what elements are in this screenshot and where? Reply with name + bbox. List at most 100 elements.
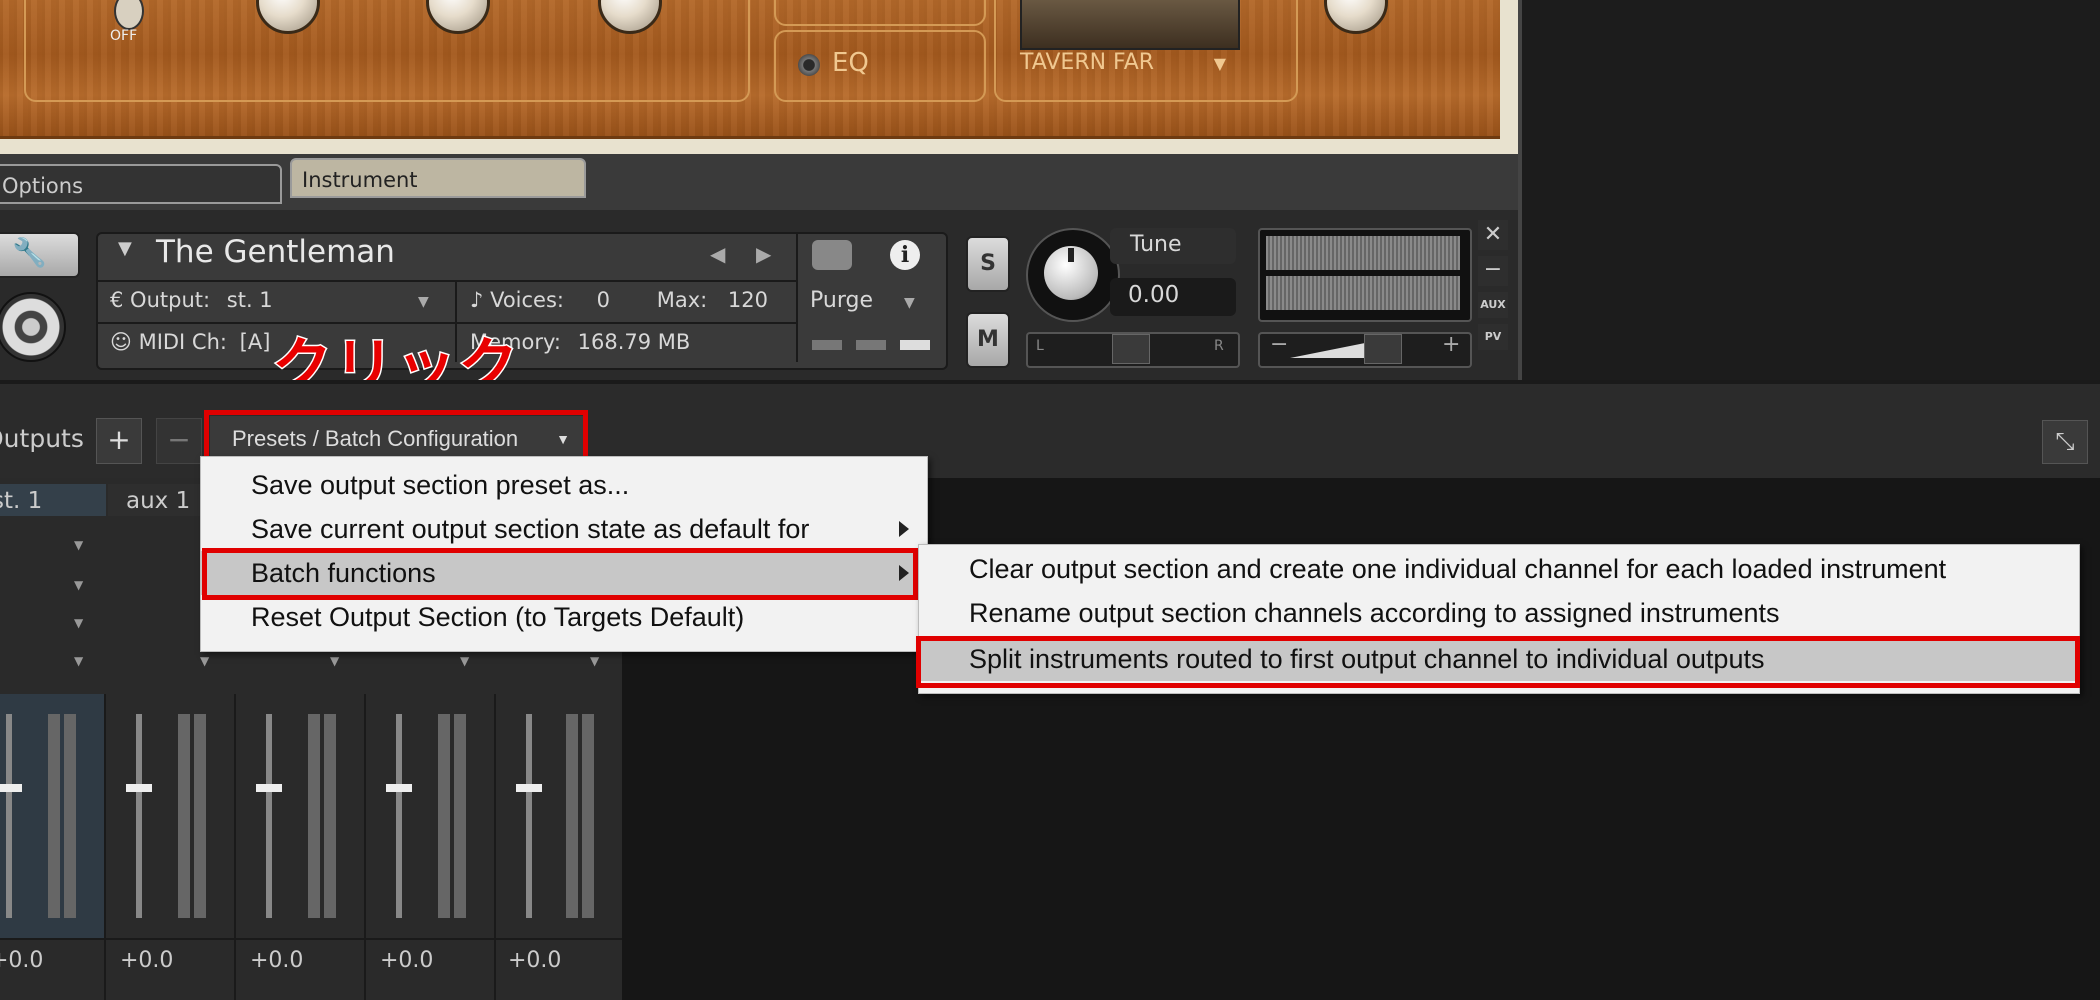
wrench-icon: 🔧 xyxy=(12,236,47,269)
voices-row: ♪ Voices: 0 Max: 120 xyxy=(470,288,768,312)
tab-instrument[interactable]: Instrument xyxy=(290,158,586,198)
chevron-down-icon[interactable]: ▼ xyxy=(460,654,469,668)
prev-instrument-icon[interactable]: ◀ xyxy=(710,242,725,266)
next-instrument-icon[interactable]: ▶ xyxy=(756,242,771,266)
remove-channel-button[interactable]: − xyxy=(156,418,202,464)
header-divider xyxy=(796,234,798,362)
strip-divider xyxy=(494,694,496,1000)
menu-item-save-preset[interactable]: Save output section preset as... xyxy=(201,463,927,507)
strip-divider xyxy=(364,694,366,1000)
reverb-preset-label: TAVERN FAR xyxy=(1020,50,1155,75)
right-empty-area xyxy=(1518,0,2100,380)
pv-button[interactable]: PV xyxy=(1478,324,1508,350)
instrument-name[interactable]: The Gentleman xyxy=(156,234,395,270)
mute-button[interactable]: M xyxy=(966,312,1010,368)
meter-bar xyxy=(324,714,336,918)
eq-toggle-icon[interactable] xyxy=(798,54,820,76)
meter-bar xyxy=(582,714,594,918)
fader-track xyxy=(6,714,12,918)
volume-value[interactable]: +0.0 xyxy=(120,948,173,973)
fx-slot-top xyxy=(774,0,986,26)
meter-bar xyxy=(454,714,466,918)
fader-handle[interactable] xyxy=(126,784,152,792)
chevron-down-icon[interactable]: ▼ xyxy=(330,654,339,668)
strip-footer-divider xyxy=(0,938,622,940)
output-row[interactable]: € Output: st. 1 xyxy=(110,288,273,312)
solo-button[interactable]: S xyxy=(966,236,1010,292)
tab-instrument-label: Instrument xyxy=(302,168,418,192)
output-value: st. 1 xyxy=(226,288,273,312)
tune-label: Tune xyxy=(1130,232,1182,257)
pan-left-label: L xyxy=(1036,338,1044,354)
voices-icon: ♪ xyxy=(470,288,491,312)
chevron-down-icon: ▼ xyxy=(903,295,915,311)
meter-bar xyxy=(566,714,578,918)
midi-icon: ☺ xyxy=(110,330,139,354)
aux-button[interactable]: AUX xyxy=(1478,292,1508,318)
submenu-arrow-icon xyxy=(899,521,909,537)
fader-handle[interactable] xyxy=(0,784,22,792)
chevron-down-icon[interactable]: ▼ xyxy=(74,616,83,630)
pan-handle[interactable] xyxy=(1112,334,1150,364)
meter-bar xyxy=(178,714,190,918)
row-divider xyxy=(98,280,796,282)
midi-value: [A] xyxy=(239,330,271,354)
purge-dropdown[interactable]: Purge ▼ xyxy=(810,288,915,313)
meter-bar xyxy=(438,714,450,918)
close-icon[interactable]: ✕ xyxy=(1478,220,1508,250)
divider xyxy=(1518,0,1522,380)
purge-indicator-2 xyxy=(856,340,886,350)
level-meter-left xyxy=(1266,236,1460,270)
chevron-down-icon[interactable]: ▼ xyxy=(74,654,83,668)
tab-options[interactable]: Options xyxy=(0,164,282,204)
tab-options-label: Options xyxy=(2,174,84,198)
pan-right-label: R xyxy=(1214,338,1224,354)
chevron-down-icon[interactable]: ▼ xyxy=(590,654,599,668)
menu-item-save-default[interactable]: Save current output section state as def… xyxy=(201,507,927,551)
menu-item-label: Save current output section state as def… xyxy=(251,514,810,544)
info-icon[interactable]: i xyxy=(890,240,920,270)
fader-handle[interactable] xyxy=(386,784,412,792)
chevron-down-icon[interactable]: ▼ xyxy=(74,578,83,592)
midi-label: MIDI Ch: xyxy=(138,330,227,354)
chevron-down-icon[interactable]: ▼ xyxy=(418,294,429,310)
fader-handle[interactable] xyxy=(256,784,282,792)
submenu-item-clear-output[interactable]: Clear output section and create one indi… xyxy=(919,547,2079,591)
purge-indicator-3 xyxy=(900,340,930,350)
volume-handle[interactable] xyxy=(1364,334,1402,364)
collapse-arrow-icon[interactable]: ▼ xyxy=(118,238,132,259)
channel-name: aux 1 xyxy=(126,488,191,514)
tune-value[interactable]: 0.00 xyxy=(1128,282,1179,308)
channel-name: st. 1 xyxy=(0,488,43,514)
chevron-down-icon[interactable]: ▼ xyxy=(200,654,209,668)
volume-value[interactable]: +0.0 xyxy=(0,948,43,973)
eq-label: EQ xyxy=(832,48,869,78)
menu-item-reset-output[interactable]: Reset Output Section (to Targets Default… xyxy=(201,595,927,639)
fader-track xyxy=(136,714,142,918)
fader-handle[interactable] xyxy=(516,784,542,792)
voices-value: 0 xyxy=(596,288,611,312)
collapse-icon[interactable]: ⤡ xyxy=(2042,420,2088,464)
fader-track xyxy=(526,714,532,918)
wrench-button[interactable]: 🔧 xyxy=(0,232,80,278)
fader-track xyxy=(396,714,402,918)
strip-divider xyxy=(234,694,236,1000)
volume-minus-icon[interactable]: − xyxy=(1270,332,1288,357)
reverb-preset-dropdown[interactable]: TAVERN FAR ▼ xyxy=(1020,50,1236,76)
midi-row[interactable]: ☺ MIDI Ch: [A] xyxy=(110,330,270,354)
volume-value[interactable]: +0.0 xyxy=(380,948,433,973)
volume-value[interactable]: +0.0 xyxy=(508,948,561,973)
volume-plus-icon[interactable]: + xyxy=(1442,332,1460,357)
volume-value[interactable]: +0.0 xyxy=(250,948,303,973)
camera-icon[interactable] xyxy=(812,240,852,270)
meter-bar xyxy=(308,714,320,918)
max-value[interactable]: 120 xyxy=(728,288,768,312)
reverb-image xyxy=(1020,0,1240,50)
add-channel-button[interactable]: + xyxy=(96,418,142,464)
submenu-item-rename-channels[interactable]: Rename output section channels according… xyxy=(919,591,2079,635)
chevron-down-icon: ▼ xyxy=(1213,54,1226,73)
minimize-icon[interactable]: − xyxy=(1478,256,1508,286)
chevron-down-icon[interactable]: ▼ xyxy=(74,538,83,552)
purge-label: Purge xyxy=(810,288,873,313)
eq-section[interactable]: EQ xyxy=(774,30,986,102)
